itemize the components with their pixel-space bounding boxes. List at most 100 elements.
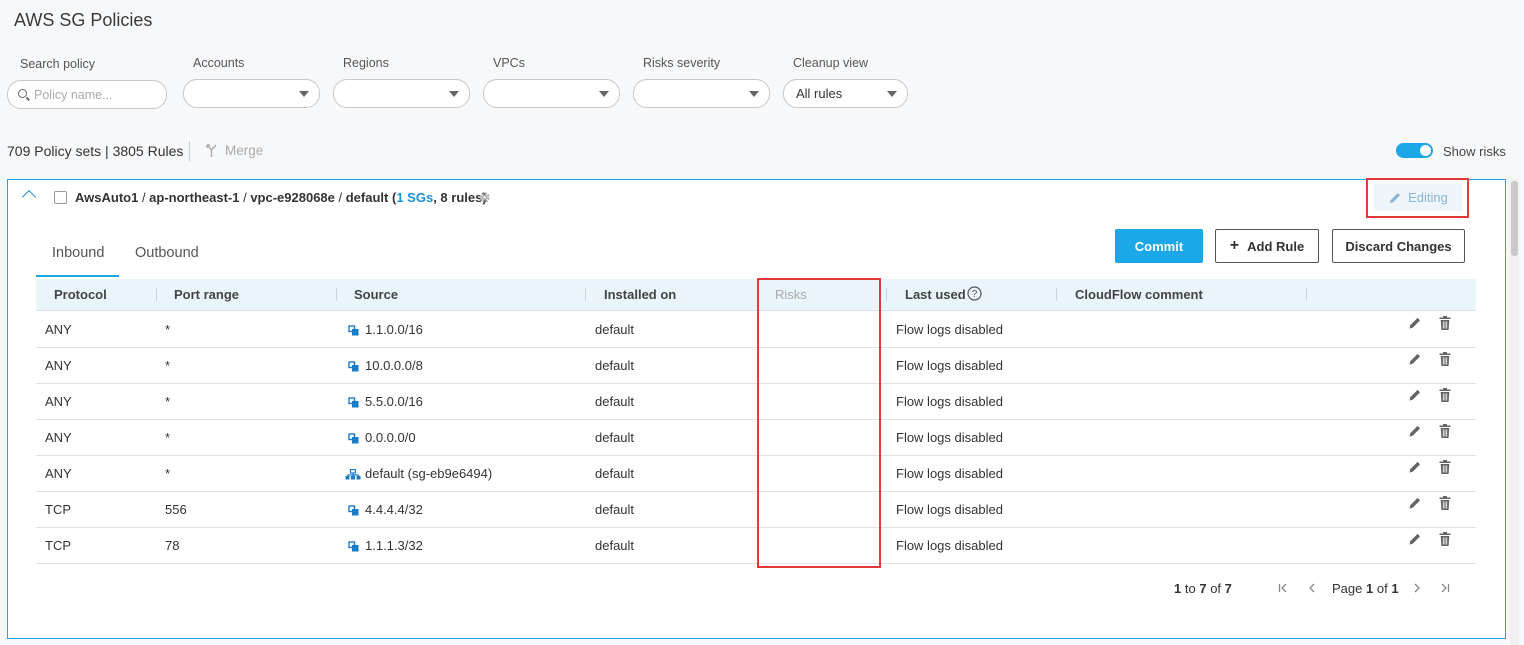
gear-icon[interactable] <box>478 191 491 204</box>
cleanup-view-select[interactable]: All rules <box>783 79 908 108</box>
add-rule-button[interactable]: + Add Rule <box>1215 229 1319 263</box>
installed-on-cell: default <box>595 358 635 373</box>
source-cell[interactable]: default (sg-eb9e6494) <box>365 466 492 481</box>
source-cell[interactable]: 1.1.1.3/32 <box>365 538 423 553</box>
search-policy-input[interactable] <box>34 86 162 104</box>
ip-range-icon <box>348 504 359 516</box>
divider <box>189 141 190 161</box>
column-header-port-range[interactable]: Port range <box>174 287 239 302</box>
installed-on-cell: default <box>595 322 635 337</box>
column-separator <box>886 288 887 301</box>
installed-on-cell: default <box>595 430 635 445</box>
last-used-cell: Flow logs disabled <box>896 538 1003 553</box>
row-divider <box>36 383 1476 384</box>
edit-icon[interactable] <box>1408 388 1422 402</box>
last-used-cell: Flow logs disabled <box>896 430 1003 445</box>
previous-page-icon[interactable] <box>1307 582 1317 594</box>
last-used-cell: Flow logs disabled <box>896 394 1003 409</box>
column-header-protocol[interactable]: Protocol <box>54 287 107 302</box>
last-used-cell: Flow logs disabled <box>896 466 1003 481</box>
column-header-source[interactable]: Source <box>354 287 398 302</box>
port-range-cell: * <box>165 430 171 445</box>
commit-button[interactable]: Commit <box>1115 229 1203 263</box>
trash-icon[interactable] <box>1439 388 1451 402</box>
security-group-icon <box>345 468 361 480</box>
edit-icon[interactable] <box>1408 424 1422 438</box>
last-used-cell: Flow logs disabled <box>896 502 1003 517</box>
search-policy-label: Search policy <box>20 57 96 71</box>
next-page-icon[interactable] <box>1412 582 1422 594</box>
port-range-cell: * <box>165 358 171 373</box>
installed-on-cell: default <box>595 538 635 553</box>
policy-set-checkbox[interactable] <box>54 191 67 204</box>
edit-icon[interactable] <box>1408 316 1422 330</box>
scrollbar-thumb[interactable] <box>1511 181 1518 256</box>
edit-icon[interactable] <box>1408 352 1422 366</box>
vpcs-select[interactable] <box>483 79 620 108</box>
column-header-last-used[interactable]: Last used <box>905 287 966 302</box>
protocol-cell: TCP <box>45 538 71 553</box>
merge-label: Merge <box>225 143 264 158</box>
caret-down-icon <box>299 91 309 97</box>
policy-set-breadcrumb: AwsAuto1 / ap-northeast-1 / vpc-e928068e… <box>75 190 487 205</box>
last-used-cell: Flow logs disabled <box>896 322 1003 337</box>
pagination-total: 7 <box>1224 581 1232 596</box>
discard-changes-button[interactable]: Discard Changes <box>1332 229 1465 263</box>
source-cell[interactable]: 5.5.0.0/16 <box>365 394 423 409</box>
port-range-cell: * <box>165 466 171 481</box>
page-word: Page <box>1332 581 1363 596</box>
risks-severity-select[interactable] <box>633 79 770 108</box>
column-header-installed-on[interactable]: Installed on <box>604 287 676 302</box>
trash-icon[interactable] <box>1439 496 1451 510</box>
row-divider <box>36 563 1476 564</box>
tab-outbound[interactable]: Outbound <box>135 245 199 261</box>
region-name: ap-northeast-1 <box>149 190 240 205</box>
pencil-icon <box>1390 192 1401 203</box>
trash-icon[interactable] <box>1439 316 1451 330</box>
search-icon <box>18 89 27 98</box>
protocol-cell: ANY <box>45 394 72 409</box>
editing-label: Editing <box>1408 190 1448 205</box>
protocol-cell: ANY <box>45 466 72 481</box>
source-cell[interactable]: 10.0.0.0/8 <box>365 358 423 373</box>
last-page-icon[interactable] <box>1440 582 1450 594</box>
page-of-word: of <box>1376 581 1388 596</box>
pagination-to: 7 <box>1199 581 1207 596</box>
regions-select[interactable] <box>333 79 470 108</box>
merge-icon <box>206 144 217 157</box>
installed-on-cell: default <box>595 466 635 481</box>
edit-icon[interactable] <box>1408 496 1422 510</box>
trash-icon[interactable] <box>1439 424 1451 438</box>
column-header-cloudflow-comment[interactable]: CloudFlow comment <box>1075 287 1203 302</box>
active-tab-indicator <box>36 275 119 277</box>
tab-inbound[interactable]: Inbound <box>52 245 104 261</box>
source-cell[interactable]: 1.1.0.0/16 <box>365 322 423 337</box>
first-page-icon[interactable] <box>1278 582 1288 594</box>
regions-label: Regions <box>343 56 389 70</box>
port-range-cell: * <box>165 322 171 337</box>
vpc-name: vpc-e928068e <box>250 190 335 205</box>
sg-count-link[interactable]: 1 SGs <box>396 190 433 205</box>
risks-highlight-box <box>757 278 881 568</box>
search-policy-field[interactable] <box>7 80 167 109</box>
merge-button[interactable]: Merge <box>205 143 263 158</box>
show-risks-toggle[interactable] <box>1396 143 1433 158</box>
caret-down-icon <box>749 91 759 97</box>
add-rule-label: Add Rule <box>1247 238 1305 254</box>
pagination-to-word: to <box>1184 581 1196 596</box>
trash-icon[interactable] <box>1439 460 1451 474</box>
port-range-cell: 556 <box>165 502 187 517</box>
protocol-cell: TCP <box>45 502 71 517</box>
source-cell[interactable]: 0.0.0.0/0 <box>365 430 416 445</box>
edit-icon[interactable] <box>1408 460 1422 474</box>
account-name: AwsAuto1 <box>75 190 139 205</box>
edit-icon[interactable] <box>1408 532 1422 546</box>
source-cell[interactable]: 4.4.4.4/32 <box>365 502 423 517</box>
trash-icon[interactable] <box>1439 532 1451 546</box>
accounts-select[interactable] <box>183 79 320 108</box>
last-used-cell: Flow logs disabled <box>896 358 1003 373</box>
accounts-label: Accounts <box>193 56 245 70</box>
total-pages: 1 <box>1391 581 1399 596</box>
help-icon[interactable]: ? <box>967 286 982 301</box>
trash-icon[interactable] <box>1439 352 1451 366</box>
